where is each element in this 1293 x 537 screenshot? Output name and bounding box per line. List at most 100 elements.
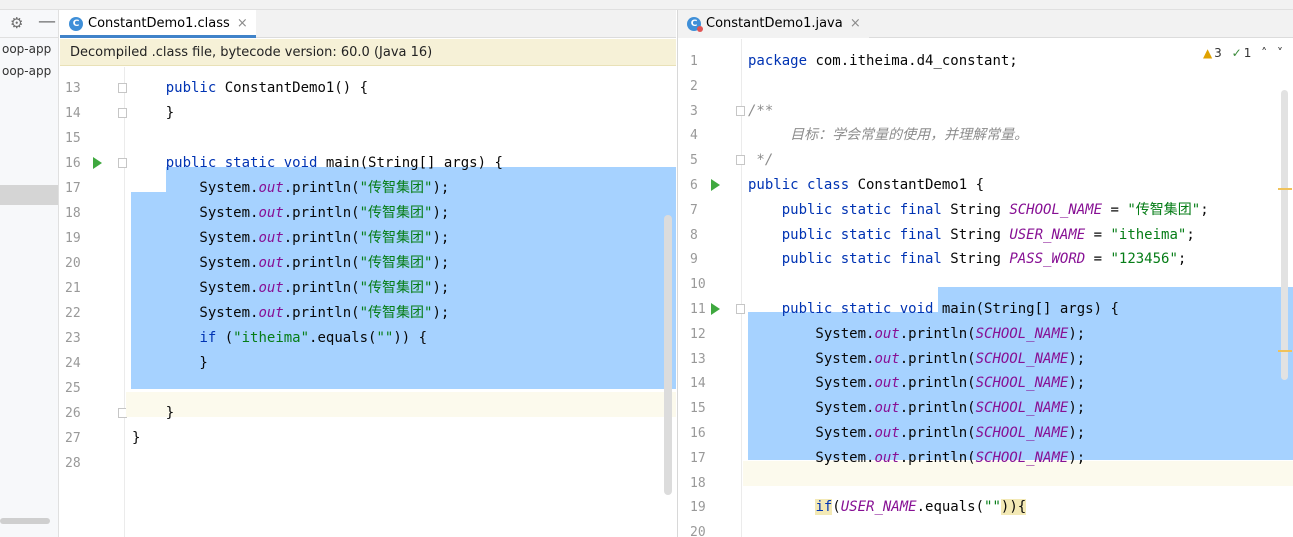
code-token: .println(: [283, 180, 360, 196]
code-token: String: [950, 202, 1010, 218]
code-token: out: [258, 180, 284, 196]
code-token: /**: [748, 103, 774, 119]
code-area-right[interactable]: package com.itheima.d4_constant; /** 目标：学…: [743, 39, 1293, 537]
line-number: 16: [690, 426, 706, 441]
code-token: out: [258, 255, 284, 271]
code-token: );: [432, 280, 450, 296]
code-line: public static final String SCHOOL_NAME =…: [748, 198, 1209, 223]
editor-tab-bar-left: C ConstantDemo1.class ×: [60, 10, 676, 38]
line-number: 27: [65, 431, 81, 446]
code-token: .equals(: [916, 499, 985, 515]
line-number: 12: [690, 327, 706, 342]
code-token: .println(: [283, 230, 360, 246]
code-token: USER_NAME: [1009, 227, 1086, 243]
code-token: */: [748, 152, 774, 168]
code-line: System.out.println("传智集团");: [132, 176, 449, 201]
code-line: package com.itheima.d4_constant;: [748, 49, 1018, 74]
close-icon[interactable]: ×: [237, 10, 248, 38]
gear-icon[interactable]: ⚙: [10, 14, 23, 32]
line-number: 25: [65, 381, 81, 396]
code-area-left[interactable]: public ConstantDemo1() { } public static…: [126, 67, 676, 537]
tab-label: ConstantDemo1.java: [706, 16, 843, 31]
code-line: System.out.println(SCHOOL_NAME);: [748, 396, 1085, 421]
run-icon[interactable]: [93, 157, 102, 169]
line-number: 15: [690, 401, 706, 416]
code-token: public: [165, 80, 225, 96]
run-icon[interactable]: [711, 303, 720, 315]
code-token: System.: [132, 305, 259, 321]
code-token: (: [832, 499, 841, 515]
code-token: }: [132, 430, 141, 446]
code-token: );: [432, 180, 450, 196]
code-token: );: [1068, 450, 1086, 466]
line-number: 2: [690, 79, 698, 94]
code-token: .println(: [283, 280, 360, 296]
sidebar-item-module[interactable]: oop-app: [0, 60, 58, 82]
code-token: =: [1085, 227, 1111, 243]
code-token: System.: [748, 400, 875, 416]
code-token: System.: [132, 180, 259, 196]
sidebar-selected-row[interactable]: [0, 185, 58, 205]
editor-scrollbar-left[interactable]: [664, 215, 672, 495]
code-token: );: [432, 305, 450, 321]
sidebar-horizontal-scrollbar[interactable]: [0, 518, 50, 524]
line-number: 28: [65, 456, 81, 471]
code-token: }: [132, 355, 208, 371]
code-token: public static final: [781, 251, 951, 267]
code-token: (: [224, 330, 234, 346]
code-line: public ConstantDemo1() {: [132, 76, 368, 101]
code-line: System.out.println("传智集团");: [132, 251, 449, 276]
current-line-highlight: [126, 392, 676, 417]
code-token: SCHOOL_NAME: [975, 400, 1069, 416]
code-token: "传智集团": [359, 305, 433, 321]
line-number: 22: [65, 306, 81, 321]
code-line: }: [132, 426, 140, 451]
code-line: 目标：学会常量的使用，并理解常量。: [748, 123, 1028, 148]
minimize-icon[interactable]: —: [38, 11, 56, 32]
code-token: public static final: [781, 202, 951, 218]
code-token: out: [258, 305, 284, 321]
code-line: }: [132, 401, 174, 426]
line-number: 26: [65, 406, 81, 421]
code-token: USER_NAME: [840, 499, 917, 515]
code-line: System.out.println(SCHOOL_NAME);: [748, 421, 1085, 446]
code-line: System.out.println("传智集团");: [132, 201, 449, 226]
line-number: 16: [65, 156, 81, 171]
code-token: ConstantDemo1 {: [857, 177, 985, 193]
code-token: .println(: [283, 255, 360, 271]
editor-pane-right: C ConstantDemo1.java × ▲ 3 ✓ 1 ˄ ˅ 1234567…: [677, 10, 1293, 537]
code-token: .println(: [899, 326, 976, 342]
run-icon[interactable]: [711, 179, 720, 191]
line-number: 15: [65, 131, 81, 146]
code-line: System.out.println(SCHOOL_NAME);: [748, 347, 1085, 372]
warning-stripe-marker[interactable]: [1278, 188, 1292, 190]
code-line: }: [132, 351, 208, 376]
code-token: "itheima": [233, 330, 310, 346]
code-token: out: [874, 375, 900, 391]
code-line: System.out.println("传智集团");: [132, 226, 449, 251]
sidebar-item-module[interactable]: oop-app: [0, 38, 58, 60]
code-token: }: [132, 105, 175, 121]
tab-constantdemo1-class[interactable]: C ConstantDemo1.class ×: [60, 10, 256, 38]
code-token: .println(: [283, 305, 360, 321]
code-token: .println(: [899, 375, 976, 391]
code-token: SCHOOL_NAME: [1009, 202, 1103, 218]
editor-pane-left: C ConstantDemo1.class × Decompiled .clas…: [60, 10, 676, 537]
line-number: 8: [690, 228, 698, 243]
line-number: 11: [690, 302, 706, 317]
editor-scrollbar-right[interactable]: [1281, 90, 1288, 380]
code-line: if ("itheima".equals("")) {: [132, 326, 427, 351]
code-token: out: [874, 400, 900, 416]
code-token: main(String[] args) {: [941, 301, 1119, 317]
code-line: System.out.println(SCHOOL_NAME);: [748, 371, 1085, 396]
tab-constantdemo1-java[interactable]: C ConstantDemo1.java ×: [678, 10, 869, 38]
warning-stripe-marker[interactable]: [1278, 350, 1292, 352]
class-file-icon: C: [69, 17, 83, 31]
close-icon[interactable]: ×: [850, 10, 861, 38]
code-token: "": [376, 330, 394, 346]
code-token: .equals(: [309, 330, 377, 346]
code-token: SCHOOL_NAME: [975, 351, 1069, 367]
